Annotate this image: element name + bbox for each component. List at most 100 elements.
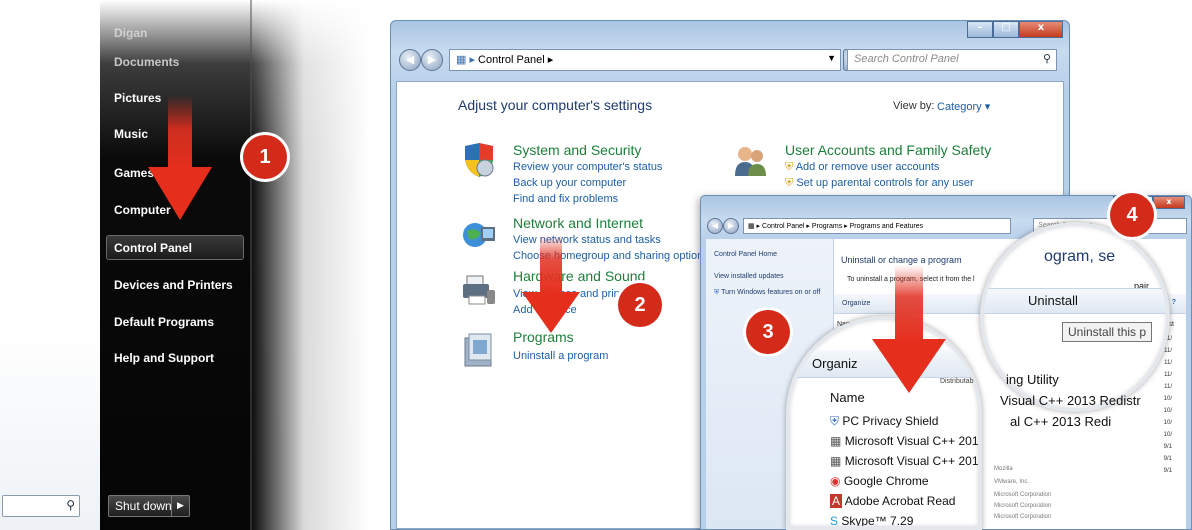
pf-folder-icon: ▦ ▸ bbox=[748, 223, 763, 230]
search-placeholder: Search Control Panel bbox=[854, 53, 959, 65]
step-4-badge: 4 bbox=[1110, 193, 1154, 237]
start-menu-programs-pane bbox=[0, 0, 100, 530]
pf-publisher-0: Mozilla bbox=[994, 466, 1013, 472]
start-item-devices-printers[interactable]: Devices and Printers bbox=[114, 278, 233, 292]
link-back-up[interactable]: Back up your computer bbox=[513, 177, 626, 189]
lens-title-fragment: ogram, se bbox=[1044, 248, 1116, 265]
shutdown-button[interactable]: Shut down ▶ bbox=[108, 495, 190, 517]
link-review-status[interactable]: Review your computer's status bbox=[513, 161, 662, 173]
lens-program-row[interactable]: ⛨ PC Privacy Shield bbox=[830, 414, 938, 429]
pf-link-cp-home[interactable]: Control Panel Home bbox=[714, 251, 777, 258]
pf-back-icon[interactable]: ◀ bbox=[707, 218, 723, 234]
forward-icon[interactable]: ▶ bbox=[421, 49, 443, 71]
start-item-default-programs[interactable]: Default Programs bbox=[114, 315, 214, 329]
start-item-help-support[interactable]: Help and Support bbox=[114, 351, 214, 365]
skype-icon: S bbox=[830, 514, 839, 528]
shutdown-options-arrow-icon[interactable]: ▶ bbox=[171, 496, 189, 516]
page-title: Adjust your computer's settings bbox=[458, 97, 653, 113]
category-system-security[interactable]: System and Security bbox=[513, 142, 641, 158]
installer-icon: ▦ bbox=[830, 454, 842, 468]
link-add-remove-users[interactable]: ⛨ Add or remove user accounts bbox=[785, 161, 939, 174]
pf-breadcrumb-control-panel[interactable]: Control Panel bbox=[762, 223, 804, 230]
back-icon[interactable]: ◀ bbox=[399, 49, 421, 71]
chrome-icon: ◉ bbox=[830, 474, 841, 488]
installer-icon: ▦ bbox=[830, 434, 842, 448]
address-dropdown-icon[interactable]: ▼ bbox=[827, 53, 836, 63]
shutdown-label: Shut down bbox=[115, 499, 172, 513]
lens-program-name: Google Chrome bbox=[843, 474, 929, 488]
pf-date-2: 11/ bbox=[1164, 360, 1172, 366]
search-control-panel-input[interactable]: Search Control Panel ⚲ bbox=[847, 49, 1057, 71]
pf-snippet-vc2013-b: al C++ 2013 Redi bbox=[1010, 414, 1112, 429]
pf-publisher-1: VMware, Inc. bbox=[994, 479, 1030, 485]
address-bar[interactable]: ▦ ▸ Control Panel ▸ ▼ bbox=[449, 49, 841, 71]
view-by-dropdown[interactable]: Category ▾ bbox=[937, 100, 990, 113]
pf-address-bar[interactable]: ▦ ▸ Control Panel ▸ Programs ▸ Programs … bbox=[743, 218, 1011, 234]
pf-link-windows-features[interactable]: ⛨ Turn Windows features on or off bbox=[714, 289, 826, 297]
printer-icon bbox=[463, 275, 495, 305]
lens-program-name: Adobe Acrobat Read bbox=[844, 494, 956, 508]
step-1-badge: 1 bbox=[243, 135, 287, 179]
uninstall-button[interactable]: Uninstall bbox=[1020, 291, 1086, 310]
search-icon: ⚲ bbox=[1042, 53, 1051, 65]
pf-publisher-2: Microsoft Corporation bbox=[994, 492, 1052, 498]
start-menu-right-pane bbox=[100, 0, 370, 530]
uac-shield-icon: ⛨ bbox=[785, 161, 794, 173]
link-parental-controls[interactable]: ⛨ Set up parental controls for any user bbox=[785, 177, 974, 190]
lens-program-name: Microsoft Visual C++ 201 bbox=[844, 434, 979, 448]
users-icon bbox=[735, 147, 766, 176]
pf-link-installed-updates[interactable]: View installed updates bbox=[714, 273, 784, 280]
acrobat-icon: A bbox=[830, 494, 843, 508]
breadcrumb-control-panel[interactable]: Control Panel bbox=[478, 54, 545, 66]
lens-program-row[interactable]: ◉ Google Chrome bbox=[830, 474, 929, 488]
window-controls: – □ x bbox=[967, 21, 1063, 38]
pf-snippet-vc2013-a: Visual C++ 2013 Redistr bbox=[1000, 393, 1141, 408]
pf-date-1: 11/ bbox=[1164, 348, 1172, 354]
pf-date-3: 11/ bbox=[1164, 372, 1172, 378]
lens-program-row[interactable]: S Skype™ 7.29 bbox=[830, 514, 914, 528]
pf-title: Uninstall or change a program bbox=[841, 255, 962, 265]
arrow-1-icon bbox=[148, 95, 212, 220]
pf-shield-icon: ⛨ bbox=[714, 289, 720, 296]
privacy-shield-icon: ⛨ bbox=[830, 414, 840, 428]
pf-date-10: 9/1 bbox=[1163, 456, 1172, 462]
pf-help-icon[interactable]: ? bbox=[1172, 299, 1176, 306]
pf-forward-icon[interactable]: ▶ bbox=[723, 218, 739, 234]
category-network-internet[interactable]: Network and Internet bbox=[513, 215, 643, 231]
pf-date-7: 10/ bbox=[1163, 420, 1172, 426]
close-icon[interactable]: x bbox=[1019, 21, 1063, 38]
pf-snippet-utility: ing Utility bbox=[1006, 372, 1059, 387]
step-3-badge: 3 bbox=[746, 310, 790, 354]
shield-icon bbox=[465, 143, 494, 177]
pf-breadcrumb-programs[interactable]: Programs bbox=[812, 223, 842, 230]
view-by-value: Category bbox=[937, 101, 982, 113]
pf-breadcrumb-programs-features[interactable]: Programs and Features bbox=[850, 223, 924, 230]
lens-program-row[interactable]: A Adobe Acrobat Read bbox=[830, 494, 955, 508]
pf-date-5: 10/ bbox=[1163, 396, 1172, 402]
start-item-control-panel[interactable]: Control Panel bbox=[114, 241, 192, 255]
lens-name-header[interactable]: Name bbox=[830, 390, 865, 405]
search-icon: ⚲ bbox=[66, 498, 75, 512]
lens-program-name: Microsoft Visual C++ 201 bbox=[844, 454, 979, 468]
lens-program-row[interactable]: ▦ Microsoft Visual C++ 201 bbox=[830, 434, 979, 448]
pf-link-windows-features-label: Turn Windows features on or off bbox=[721, 289, 821, 296]
pf-publisher-4: Microsoft Corporation bbox=[994, 514, 1052, 520]
link-find-fix[interactable]: Find and fix problems bbox=[513, 193, 618, 205]
network-globe-icon bbox=[463, 223, 495, 247]
pf-publisher-3: Microsoft Corporation bbox=[994, 503, 1052, 509]
lens-program-name: Skype™ 7.29 bbox=[841, 514, 914, 528]
lens-organize[interactable]: Organiz bbox=[812, 356, 858, 371]
start-search-input[interactable]: ⚲ bbox=[2, 495, 80, 517]
lens-program-row[interactable]: ▦ Microsoft Visual C++ 201 bbox=[830, 454, 979, 468]
start-user-name[interactable]: Digan bbox=[114, 26, 147, 40]
maximize-icon[interactable]: □ bbox=[993, 21, 1019, 38]
minimize-icon[interactable]: – bbox=[967, 21, 993, 38]
link-uninstall-program[interactable]: Uninstall a program bbox=[513, 350, 608, 362]
pf-date-6: 10/ bbox=[1163, 408, 1172, 414]
category-user-accounts[interactable]: User Accounts and Family Safety bbox=[785, 142, 991, 158]
link-add-remove-users-label: Add or remove user accounts bbox=[795, 161, 940, 173]
start-item-documents[interactable]: Documents bbox=[114, 55, 179, 69]
pf-close-icon[interactable]: x bbox=[1153, 196, 1185, 209]
folder-icon: ▦ ▸ bbox=[456, 54, 479, 66]
pf-date-4: 11/ bbox=[1164, 384, 1172, 390]
